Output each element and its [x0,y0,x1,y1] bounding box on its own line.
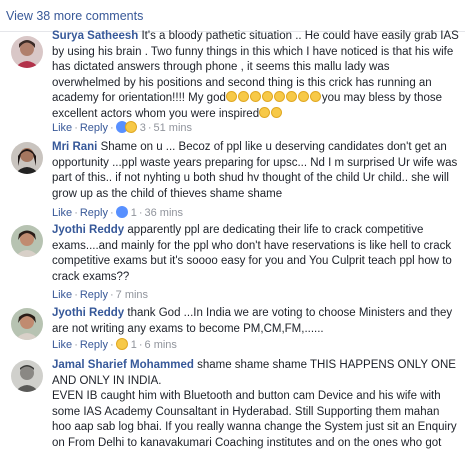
comment-time[interactable]: 6 mins [145,339,177,351]
comment-body: Jyothi Reddy thank God ...In India we ar… [52,306,459,337]
comment-actions: Like · Reply · 7 mins [52,289,149,301]
avatar[interactable] [11,36,43,68]
reply-link[interactable]: Reply [80,289,108,301]
comment-author[interactable]: Jyothi Reddy [52,307,124,319]
comment-body: Jyothi Reddy apparently ppl are dedicati… [52,223,459,285]
emoji-icon [273,91,285,102]
comment-text-continued: EVEN IB caught him with Bluetooth and bu… [52,390,457,449]
comment-author[interactable]: Surya Satheesh [52,30,138,42]
haha-reaction-icon [115,338,128,350]
emoji-row [225,91,322,104]
comment-author[interactable]: Mri Rani [52,141,97,153]
view-more-comments-link[interactable]: View 38 more comments [6,9,143,23]
emoji-icon [297,91,309,102]
avatar[interactable] [11,142,43,174]
emoji-icon [225,91,237,102]
avatar[interactable] [11,360,43,392]
like-link[interactable]: Like [52,289,72,301]
comment-actions: Like · Reply · 3 · 51 mins [52,121,193,134]
reply-link[interactable]: Reply [80,122,108,134]
comment-actions: Like · Reply · 1 · 36 mins [52,206,184,219]
laughing-emoji-icon [259,106,271,118]
laughing-emoji-icon [271,106,283,118]
reply-link[interactable]: Reply [80,339,108,351]
emoji-icon [285,91,297,102]
reaction-count[interactable]: 1 [131,339,137,351]
comment-time[interactable]: 51 mins [154,122,193,134]
reaction-count[interactable]: 1 [131,207,137,219]
comment-text: Shame on u ... Becoz of ppl like u deser… [52,141,458,200]
like-link[interactable]: Like [52,122,72,134]
emoji-icon [261,91,273,102]
emoji-icon [309,91,321,102]
reply-link[interactable]: Reply [80,207,108,219]
comment-author[interactable]: Jyothi Reddy [52,224,124,236]
like-reaction-icon [115,206,128,218]
comment-body: Mri Rani Shame on u ... Becoz of ppl lik… [52,140,459,202]
comment-first-paragraph: Jamal Sharief Mohammed shame shame shame… [52,358,459,389]
comment-actions: Like · Reply · 1 · 6 mins [52,338,177,351]
comment-time[interactable]: 36 mins [145,207,184,219]
emoji-icon [237,91,249,102]
reaction-count[interactable]: 3 [140,122,146,134]
comment-time[interactable]: 7 mins [116,289,148,301]
wow-reaction-icon [124,121,137,133]
comments-header: View 38 more comments [0,0,465,32]
comment-body: Surya Satheesh It's a bloody pathetic si… [52,29,459,122]
like-link[interactable]: Like [52,207,72,219]
comment-body: Jamal Sharief Mohammed shame shame shame… [52,358,459,451]
emoji-icon [249,91,261,102]
comment-author[interactable]: Jamal Sharief Mohammed [52,359,194,371]
avatar[interactable] [11,225,43,257]
avatar[interactable] [11,308,43,340]
like-link[interactable]: Like [52,339,72,351]
